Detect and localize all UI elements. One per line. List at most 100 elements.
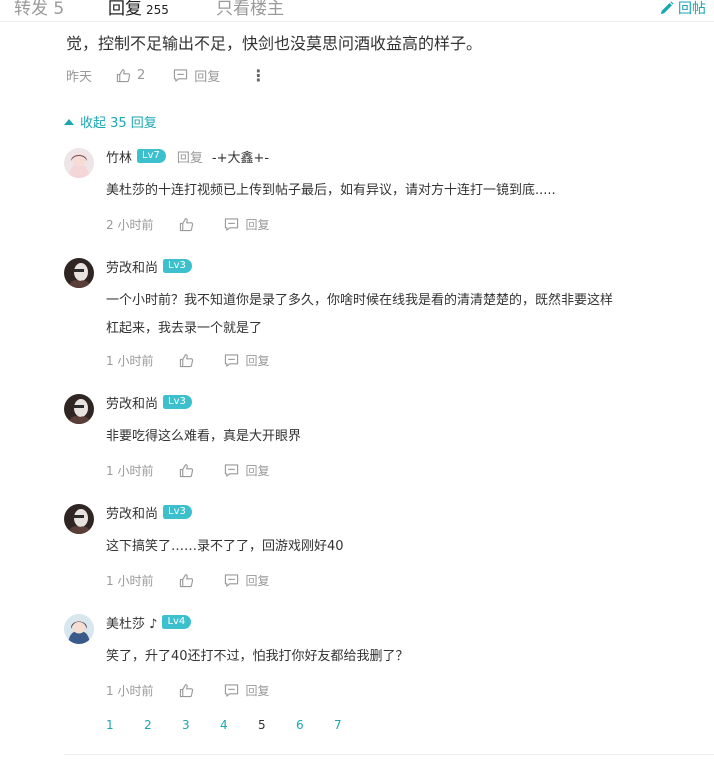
reply-content-line: 杠起来，我去录一个就是了 [106,321,263,336]
page-link-1[interactable]: 1 [100,718,138,732]
page-link-7[interactable]: 7 [328,718,366,732]
reply-time: 1 小时前 [106,574,154,588]
reply-content-line: 笑了，升了40还打不过，怕我打你好友都给我删了？ [106,649,409,664]
thumbs-up-icon [180,218,194,232]
reply-to-label: 回复 [176,150,203,166]
reply-button-label: 回复 [245,684,270,698]
reply-content: 非要吃得这么难看，真是大开眼界 [106,423,301,451]
tab-reply-label: 回复 [108,0,142,19]
thumbs-up-icon [180,354,194,368]
reply-content: 笑了，升了40还打不过，怕我打你好友都给我删了？ [106,643,409,671]
level-badge: Lv3 [163,395,192,409]
reply-content-line: 非要吃得这么难看，真是大开眼界 [106,429,302,444]
reply-button-label: 回复 [245,464,270,478]
avatar-image [64,258,94,288]
reply-meta: 1 小时前 回复 [106,572,269,589]
comment-icon [225,574,239,587]
reply-meta: 1 小时前 回复 [106,462,269,479]
main-reply-button[interactable]: 回复 [173,66,220,85]
like-button[interactable] [179,683,194,698]
caret-up-icon [64,118,74,125]
reply-meta: 1 小时前 回复 [106,352,269,369]
more-options-icon[interactable]: ⋮ [250,66,266,85]
tab-divider [0,21,714,22]
thumbs-up-icon [180,464,194,478]
comment-icon [174,69,188,82]
reply-content: 一个小时前？我不知道你是录了多久，你啥时候在线我是看的清清楚楚的，既然非要这样 … [106,287,613,343]
avatar[interactable] [64,394,94,424]
username[interactable]: 美杜莎 ♪ [106,613,157,632]
main-like-button[interactable]: 2 [116,68,145,83]
reply-to-username[interactable]: -+大鑫+- [212,147,269,166]
avatar[interactable] [64,504,94,534]
reply-post-label: 回帖 [678,1,706,17]
reply-header: 竹林 Lv7 回复 -+大鑫+- [106,147,269,166]
main-comment-time: 昨天 [66,70,93,85]
main-reply-label: 回复 [194,70,221,85]
tab-reply[interactable]: 回复 255 [108,0,169,19]
tab-repost[interactable]: 转发 5 [14,0,64,19]
page-link-2[interactable]: 2 [138,718,176,732]
reply-time: 2 小时前 [106,218,154,232]
reply-button-label: 回复 [245,218,270,232]
like-button[interactable] [179,463,194,478]
tab-owner-only[interactable]: 只看楼主 [216,0,284,19]
avatar-image [64,148,94,178]
thumbs-up-icon [116,69,131,83]
level-badge: Lv7 [137,149,166,163]
page-link-4[interactable]: 4 [214,718,252,732]
collapse-replies-button[interactable]: 收起 35 回复 [64,112,157,131]
page-current: 5 [258,718,266,732]
reply-meta: 2 小时前 回复 [106,216,269,233]
avatar-image [64,504,94,534]
pagination: 1 2 3 4 5 6 7 [100,718,366,732]
like-button[interactable] [179,217,194,232]
page-link-3[interactable]: 3 [176,718,214,732]
level-badge: Lv3 [163,505,192,519]
main-like-count: 2 [137,68,146,83]
reply-content-line: 一个小时前？我不知道你是录了多久，你啥时候在线我是看的清清楚楚的，既然非要这样 [106,293,614,308]
reply-header: 劳改和尚 Lv3 [106,257,192,276]
reply-button[interactable]: 回复 [224,352,269,369]
comment-icon [225,684,239,697]
tab-reply-count: 255 [146,3,169,17]
level-badge: Lv4 [162,615,192,629]
reply-content: 美杜莎的十连打视频已上传到帖子最后，如有异议，请对方十连打一镜到底..... [106,177,556,205]
reply-time: 1 小时前 [106,354,154,368]
reply-content: 这下搞笑了……录不了了，回游戏刚好40 [106,533,344,561]
username[interactable]: 劳改和尚 [106,257,158,276]
username[interactable]: 劳改和尚 [106,393,158,412]
username[interactable]: 竹林 [106,147,132,166]
comment-icon [225,218,239,231]
avatar[interactable] [64,614,94,644]
reply-time: 1 小时前 [106,684,154,698]
reply-header: 美杜莎 ♪ Lv4 [106,613,192,632]
avatar-image [64,614,94,644]
like-button[interactable] [179,353,194,368]
thumbs-up-icon [180,574,194,588]
tab-bar: 转发 5 回复 255 只看楼主 回帖 [0,0,714,22]
reply-button[interactable]: 回复 [224,682,269,699]
bottom-divider [64,754,714,755]
main-comment-text: 觉，控制不足输出不足，快剑也没莫思问酒收益高的样子。 [66,34,483,53]
reply-header: 劳改和尚 Lv3 [106,503,192,522]
reply-button-label: 回复 [245,574,270,588]
reply-button[interactable]: 回复 [224,216,269,233]
like-button[interactable] [179,573,194,588]
reply-button-label: 回复 [245,354,270,368]
reply-post-button[interactable]: 回帖 [660,0,706,18]
avatar-image [64,394,94,424]
reply-header: 劳改和尚 Lv3 [106,393,192,412]
reply-button[interactable]: 回复 [224,572,269,589]
collapse-replies-label: 收起 35 回复 [80,116,157,131]
reply-content-line: 美杜莎的十连打视频已上传到帖子最后，如有异议，请对方十连打一镜到底..... [106,183,556,198]
reply-button[interactable]: 回复 [224,462,269,479]
main-comment-meta: 昨天 2 回复 ⋮ [66,66,266,85]
page-link-6[interactable]: 6 [290,718,328,732]
avatar[interactable] [64,148,94,178]
avatar[interactable] [64,258,94,288]
comment-icon [225,354,239,367]
username[interactable]: 劳改和尚 [106,503,158,522]
reply-meta: 1 小时前 回复 [106,682,269,699]
comment-icon [225,464,239,477]
